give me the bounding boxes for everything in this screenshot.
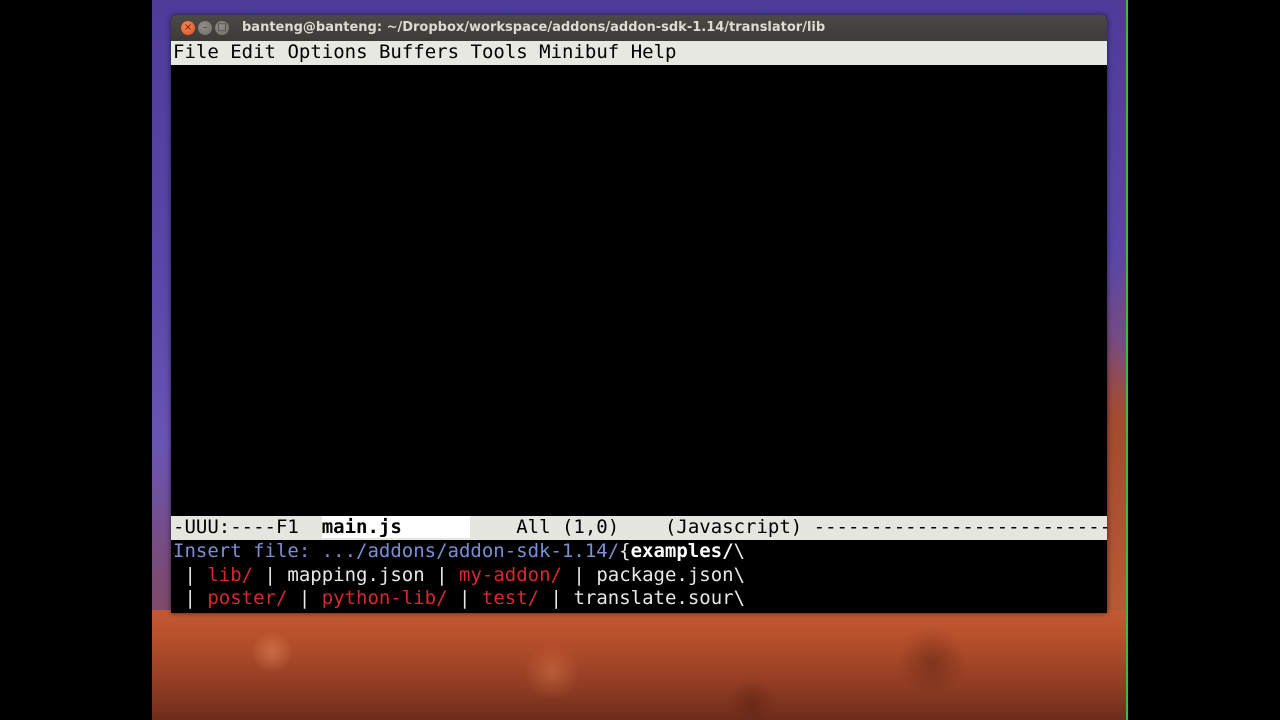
completion-item[interactable]: ce.js	[173, 611, 230, 613]
menu-help[interactable]: Help	[631, 41, 677, 63]
completion-separator: |	[561, 563, 597, 586]
menu-options[interactable]: Options	[287, 41, 367, 63]
mode-line: -UUU:----F1 main.js All (1,0) (Javascrip…	[171, 516, 1107, 540]
terminal-window: × – □ banteng@banteng: ~/Dropbox/workspa…	[171, 15, 1107, 613]
minibuffer[interactable]: Insert file: .../addons/addon-sdk-1.14/{…	[171, 540, 1107, 613]
minibuffer-prompt: Insert file:	[173, 540, 322, 562]
completion-separator: |	[539, 587, 574, 610]
completion-separator: |	[390, 611, 424, 613]
completion-separator: |	[230, 611, 264, 613]
completion-item[interactable]: package.json	[596, 564, 733, 586]
completion-separator: |	[447, 587, 482, 610]
completion-item[interactable]: python-lib/	[322, 587, 448, 609]
completion-item[interactable]: README	[539, 611, 608, 613]
completion-close-brace: }	[676, 611, 687, 613]
menu-tools[interactable]: Tools	[471, 41, 528, 63]
completion-item[interactable]: translator/	[265, 611, 391, 613]
completion-separator: |	[424, 563, 460, 586]
minibuffer-path: .../addons/addon-sdk-1.14/	[321, 540, 620, 562]
modeline-position: All (1,0)	[516, 516, 620, 538]
window-titlebar[interactable]: × – □ banteng@banteng: ~/Dropbox/workspa…	[171, 15, 1107, 41]
emacs-menubar: File Edit Options Buffers Tools Minibuf …	[171, 41, 1107, 65]
modeline-filler: --------------------------	[813, 516, 1107, 538]
modeline-major-mode[interactable]: (Javascript)	[665, 516, 802, 538]
completion-item[interactable]: LICENSE	[425, 611, 505, 613]
line-continuation-mark: \	[733, 587, 746, 610]
completion-item[interactable]: test/	[482, 587, 539, 609]
menu-buffers[interactable]: Buffers	[379, 41, 459, 63]
completion-item[interactable]: poster/	[207, 587, 287, 609]
wallpaper-rock-texture	[152, 612, 1128, 720]
menu-file[interactable]: File	[173, 41, 219, 63]
modeline-buffer-name[interactable]: main.js	[321, 516, 471, 538]
completion-item[interactable]: examples/	[631, 540, 734, 562]
completion-separator: |	[173, 563, 208, 586]
completion-separator: |	[608, 611, 642, 613]
minibuffer-line: | poster/ | python-lib/ | test/ | transl…	[173, 587, 1107, 611]
completion-item[interactable]: my-addon/	[459, 564, 562, 586]
minibuffer-line: ce.js | translator/ | LICENSE | README |…	[173, 611, 1107, 613]
completion-item[interactable]: translate.sour	[573, 587, 733, 609]
editor-buffer[interactable]	[171, 65, 1107, 516]
minibuffer-line: | lib/ | mapping.json | my-addon/ | pack…	[173, 564, 1107, 588]
menu-edit[interactable]: Edit	[230, 41, 276, 63]
completion-item[interactable]: lib/	[207, 564, 253, 586]
window-title: banteng@banteng: ~/Dropbox/workspace/add…	[242, 20, 826, 35]
line-continuation-mark: \	[733, 540, 745, 562]
completion-item[interactable]: mapping.json	[287, 564, 424, 586]
wallpaper-rock-edge	[1104, 340, 1128, 620]
minibuffer-line: Insert file: .../addons/addon-sdk-1.14/{…	[173, 540, 1107, 564]
modeline-status: -UUU:----F1	[173, 516, 299, 538]
line-continuation-mark: \	[733, 563, 746, 586]
completion-item[interactable]: ...	[642, 611, 676, 613]
completion-separator: |	[287, 587, 322, 610]
screen-edge-line	[1126, 0, 1128, 720]
minimize-window-button[interactable]: –	[198, 21, 212, 35]
completion-separator: |	[173, 587, 208, 610]
completion-separator: |	[505, 611, 539, 613]
close-window-button[interactable]: ×	[181, 21, 195, 35]
completion-open-brace: {	[619, 540, 631, 562]
menu-minibuf[interactable]: Minibuf	[539, 41, 619, 63]
completion-separator: |	[253, 563, 288, 586]
maximize-window-button[interactable]: □	[215, 21, 229, 35]
